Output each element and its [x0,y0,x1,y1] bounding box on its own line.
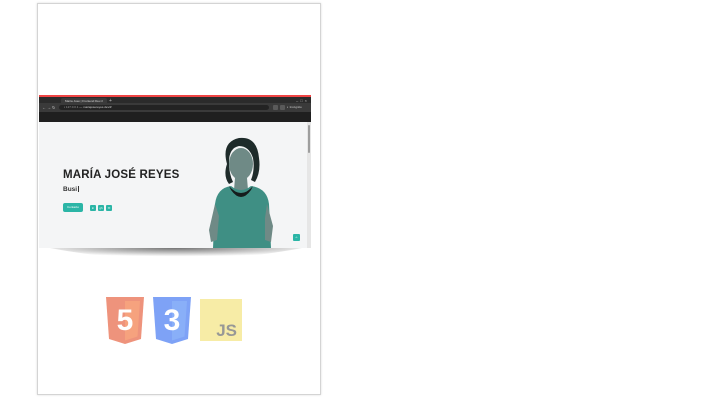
browser-tab-bar: María José | Frontend Dev... × + –□× [39,95,311,104]
hero-section: MARÍA JOSÉ REYES Busi Contacto in gh ✉ ^ [39,122,311,248]
forward-icon[interactable]: → [47,105,51,110]
browser-address-bar: ← → ↻ ▪ 127.0.0.1 — mariajosereyes.dev/#… [39,103,311,112]
tech-logos: 5 3 JS [106,297,242,344]
screenshot-shadow [50,248,302,262]
javascript-logo: JS [200,299,242,341]
contact-button[interactable]: Contacto [63,203,83,212]
url-field[interactable]: ▪ 127.0.0.1 — mariajosereyes.dev/# [59,105,269,110]
css3-logo: 3 [153,297,191,344]
javascript-label: JS [216,321,237,340]
github-icon[interactable]: gh [98,205,104,211]
html5-label: 5 [117,304,134,337]
incognito-badge[interactable]: ◐ Incógnito [287,105,302,110]
site-header-bar [39,112,311,122]
hero-role: Busi [63,186,80,193]
hero-role-text: Busi [63,186,78,193]
portrait-photo [209,137,273,248]
mail-icon[interactable]: ✉ [106,205,112,211]
extension-icon[interactable] [273,105,278,110]
back-to-top-button[interactable]: ^ [293,234,300,241]
typing-cursor [78,186,80,192]
profile-icon[interactable] [280,105,285,110]
scrollbar-thumb[interactable] [308,125,310,153]
linkedin-icon[interactable]: in [90,205,96,211]
url-host: ▪ 127.0.0.1 [64,105,79,109]
css3-label: 3 [164,304,181,337]
reload-icon[interactable]: ↻ [52,105,55,110]
html5-logo: 5 [106,297,144,344]
project-card: María José | Frontend Dev... × + –□× ← →… [37,3,321,395]
website-screenshot: María José | Frontend Dev... × + –□× ← →… [39,95,311,248]
hero-name: MARÍA JOSÉ REYES [63,169,180,181]
url-path: — mariajosereyes.dev/# [78,105,112,109]
back-icon[interactable]: ← [42,105,46,110]
